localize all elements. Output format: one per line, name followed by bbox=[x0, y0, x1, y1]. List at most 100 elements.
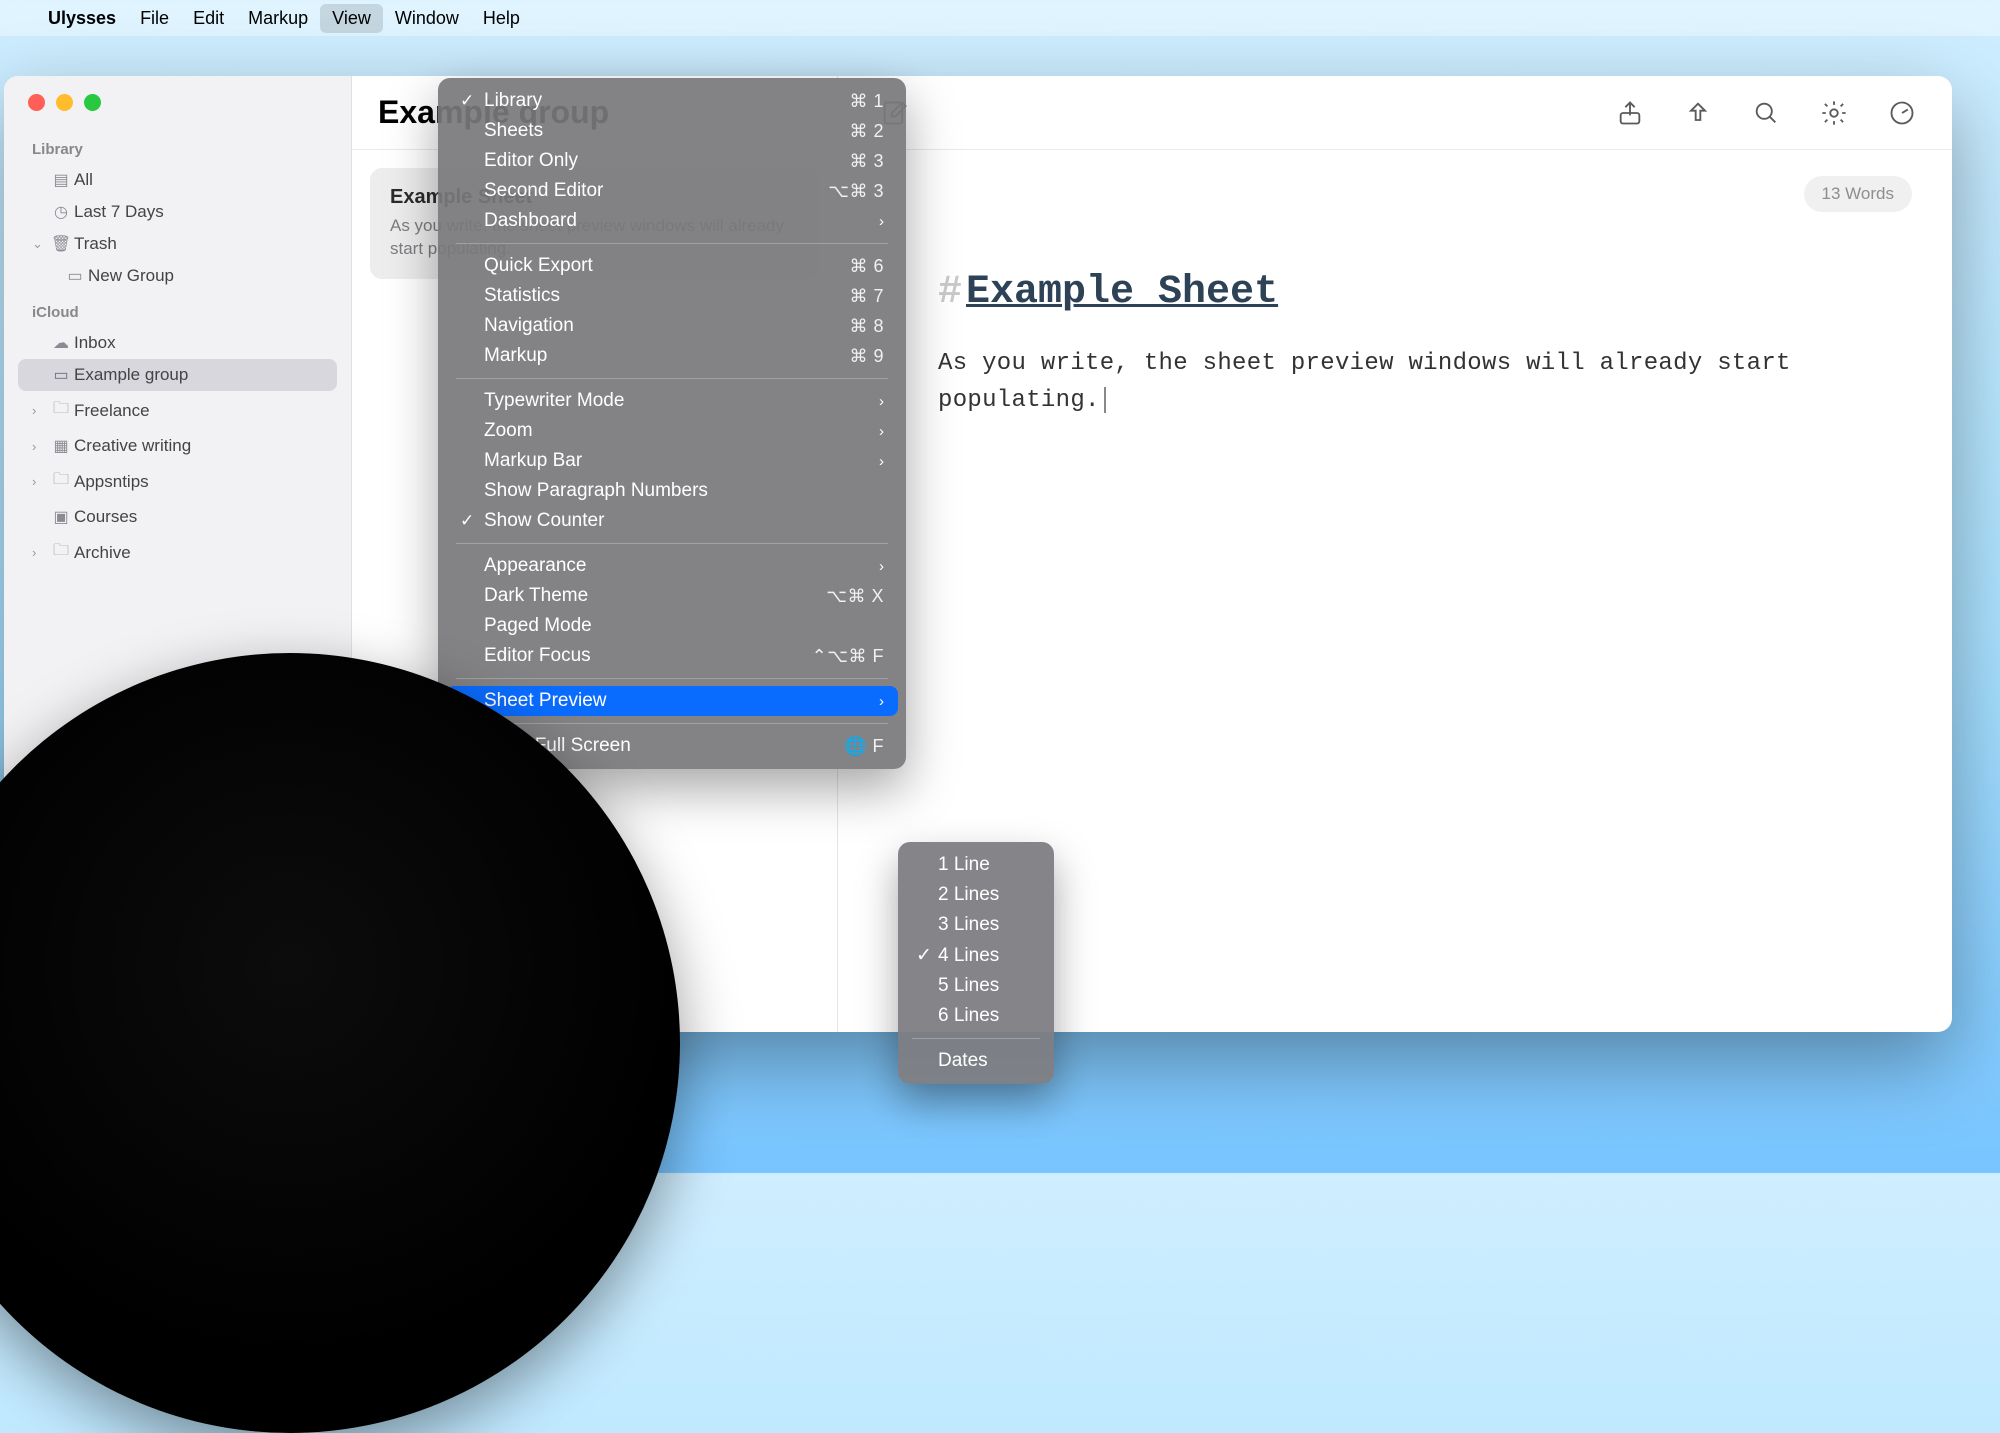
chevron-right-icon: › bbox=[869, 693, 884, 710]
submenu-6-lines[interactable]: 6 Lines bbox=[904, 1001, 1048, 1031]
sidebar-item-label: New Group bbox=[88, 266, 174, 286]
trash-icon: 🗑 bbox=[48, 234, 74, 254]
chevron-right-icon[interactable]: › bbox=[32, 474, 46, 489]
dashboard-button[interactable] bbox=[1882, 93, 1922, 133]
menubar-window[interactable]: Window bbox=[383, 4, 471, 33]
document-icon: ▭ bbox=[62, 266, 88, 286]
sidebar-item-freelance[interactable]: ›🗀 Freelance bbox=[4, 391, 351, 430]
shortcut-label: ⌘ 1 bbox=[849, 91, 884, 112]
document-icon: ▭ bbox=[48, 365, 74, 385]
menu-sheets[interactable]: Sheets⌘ 2 bbox=[446, 116, 898, 146]
menu-markup[interactable]: Markup⌘ 9 bbox=[446, 341, 898, 371]
submenu-5-lines[interactable]: 5 Lines bbox=[904, 971, 1048, 1001]
sidebar-item-last-7-days[interactable]: ◷ Last 7 Days bbox=[4, 196, 351, 228]
submenu-4-lines[interactable]: ✓4 Lines bbox=[904, 940, 1048, 971]
sidebar-item-appsntips[interactable]: ›🗀 Appsntips bbox=[4, 462, 351, 501]
window-minimize-button[interactable] bbox=[56, 94, 73, 111]
menu-typewriter-mode[interactable]: Typewriter Mode› bbox=[446, 386, 898, 416]
menu-editor-focus[interactable]: Editor Focus⌃⌥⌘ F bbox=[446, 641, 898, 671]
menu-show-counter[interactable]: ✓Show Counter bbox=[446, 506, 898, 536]
sidebar-item-creative-writing[interactable]: ›▦ Creative writing bbox=[4, 430, 351, 462]
publish-button[interactable] bbox=[1678, 93, 1718, 133]
sidebar-item-example-group[interactable]: ▭ Example group bbox=[18, 359, 337, 391]
menubar-app[interactable]: Ulysses bbox=[36, 4, 128, 33]
chevron-right-icon[interactable]: › bbox=[32, 403, 46, 418]
sidebar-item-label: Last 7 Days bbox=[74, 202, 164, 222]
menubar-file[interactable]: File bbox=[128, 4, 181, 33]
menubar-help[interactable]: Help bbox=[471, 4, 532, 33]
chevron-right-icon[interactable]: › bbox=[32, 545, 46, 560]
menu-paged-mode[interactable]: Paged Mode bbox=[446, 611, 898, 641]
tray-full-icon: ▤ bbox=[48, 170, 74, 190]
sidebar-item-all[interactable]: ▤ All bbox=[4, 164, 351, 196]
checkmark-icon: ✓ bbox=[460, 91, 484, 111]
chevron-right-icon: › bbox=[869, 423, 884, 440]
search-button[interactable] bbox=[1746, 93, 1786, 133]
sidebar-item-label: Courses bbox=[74, 507, 137, 527]
view-menu: ✓Library⌘ 1 Sheets⌘ 2 Editor Only⌘ 3 Sec… bbox=[438, 78, 906, 769]
menu-library[interactable]: ✓Library⌘ 1 bbox=[446, 86, 898, 116]
sidebar-item-label: Inbox bbox=[74, 333, 116, 353]
sidebar-item-trash[interactable]: ⌄🗑 Trash bbox=[4, 228, 351, 260]
submenu-dates[interactable]: Dates bbox=[904, 1046, 1048, 1076]
document-body[interactable]: #Example Sheet As you write, the sheet p… bbox=[838, 150, 1952, 419]
menubar-markup[interactable]: Markup bbox=[236, 4, 320, 33]
menu-show-paragraph-numbers[interactable]: Show Paragraph Numbers bbox=[446, 476, 898, 506]
menu-markup-bar[interactable]: Markup Bar› bbox=[446, 446, 898, 476]
text-cursor-icon bbox=[1104, 387, 1106, 413]
shortcut-label: ⌘ 7 bbox=[849, 286, 884, 307]
shortcut-label: 🌐 F bbox=[844, 736, 884, 757]
sidebar-item-inbox[interactable]: ☁ Inbox bbox=[4, 327, 351, 359]
inbox-icon: ☁ bbox=[48, 333, 74, 353]
sidebar-item-archive[interactable]: ›🗀 Archive bbox=[4, 533, 351, 572]
chevron-right-icon: › bbox=[869, 558, 884, 575]
menu-dashboard[interactable]: Dashboard› bbox=[446, 206, 898, 236]
menu-second-editor[interactable]: Second Editor⌥⌘ 3 bbox=[446, 176, 898, 206]
share-button[interactable] bbox=[1610, 93, 1650, 133]
sidebar-section-library: Library bbox=[4, 129, 351, 164]
document-heading: Example Sheet bbox=[966, 270, 1278, 315]
sidebar-item-label: Freelance bbox=[74, 401, 150, 421]
menu-appearance[interactable]: Appearance› bbox=[446, 551, 898, 581]
sidebar-item-label: Appsntips bbox=[74, 472, 149, 492]
window-zoom-button[interactable] bbox=[84, 94, 101, 111]
submenu-3-lines[interactable]: 3 Lines bbox=[904, 910, 1048, 940]
folder-icon: 🗀 bbox=[48, 397, 74, 424]
menu-sheet-preview[interactable]: Sheet Preview› bbox=[446, 686, 898, 716]
sidebar-item-label: Trash bbox=[74, 234, 117, 254]
sheet-preview-submenu: 1 Line 2 Lines 3 Lines ✓4 Lines 5 Lines … bbox=[898, 842, 1054, 1084]
shortcut-label: ⌘ 3 bbox=[849, 151, 884, 172]
menu-navigation[interactable]: Navigation⌘ 8 bbox=[446, 311, 898, 341]
menubar-edit[interactable]: Edit bbox=[181, 4, 236, 33]
sidebar-item-label: All bbox=[74, 170, 93, 190]
shortcut-label: ⌥⌘ 3 bbox=[828, 181, 884, 202]
menu-statistics[interactable]: Statistics⌘ 7 bbox=[446, 281, 898, 311]
sidebar-item-new-group[interactable]: ▭ New Group bbox=[4, 260, 351, 292]
heading-marker-icon: # bbox=[938, 270, 962, 315]
menubar-view[interactable]: View bbox=[320, 4, 383, 33]
editor-toolbar bbox=[838, 76, 1952, 150]
chevron-down-icon[interactable]: ⌄ bbox=[32, 236, 46, 252]
chevron-right-icon[interactable]: › bbox=[32, 439, 46, 454]
sidebar-section-icloud: iCloud bbox=[4, 292, 351, 327]
settings-button[interactable] bbox=[1814, 93, 1854, 133]
submenu-1-line[interactable]: 1 Line bbox=[904, 850, 1048, 880]
checkmark-icon: ✓ bbox=[916, 944, 938, 967]
sidebar-item-courses[interactable]: ▣ Courses bbox=[4, 501, 351, 533]
word-count-badge[interactable]: 13 Words bbox=[1804, 176, 1912, 212]
shortcut-label: ⌥⌘ X bbox=[826, 586, 884, 607]
menu-zoom[interactable]: Zoom› bbox=[446, 416, 898, 446]
sidebar-item-label: Archive bbox=[74, 543, 131, 563]
sidebar-item-label: Example group bbox=[74, 365, 188, 385]
menu-dark-theme[interactable]: Dark Theme⌥⌘ X bbox=[446, 581, 898, 611]
books-icon: ▦ bbox=[48, 436, 74, 456]
menu-quick-export[interactable]: Quick Export⌘ 6 bbox=[446, 251, 898, 281]
submenu-2-lines[interactable]: 2 Lines bbox=[904, 880, 1048, 910]
folder-icon: 🗀 bbox=[48, 539, 74, 566]
window-close-button[interactable] bbox=[28, 94, 45, 111]
menu-editor-only[interactable]: Editor Only⌘ 3 bbox=[446, 146, 898, 176]
clock-icon: ◷ bbox=[48, 202, 74, 222]
sidebar-item-label: Creative writing bbox=[74, 436, 191, 456]
shortcut-label: ⌘ 2 bbox=[849, 121, 884, 142]
shortcut-label: ⌘ 9 bbox=[849, 346, 884, 367]
